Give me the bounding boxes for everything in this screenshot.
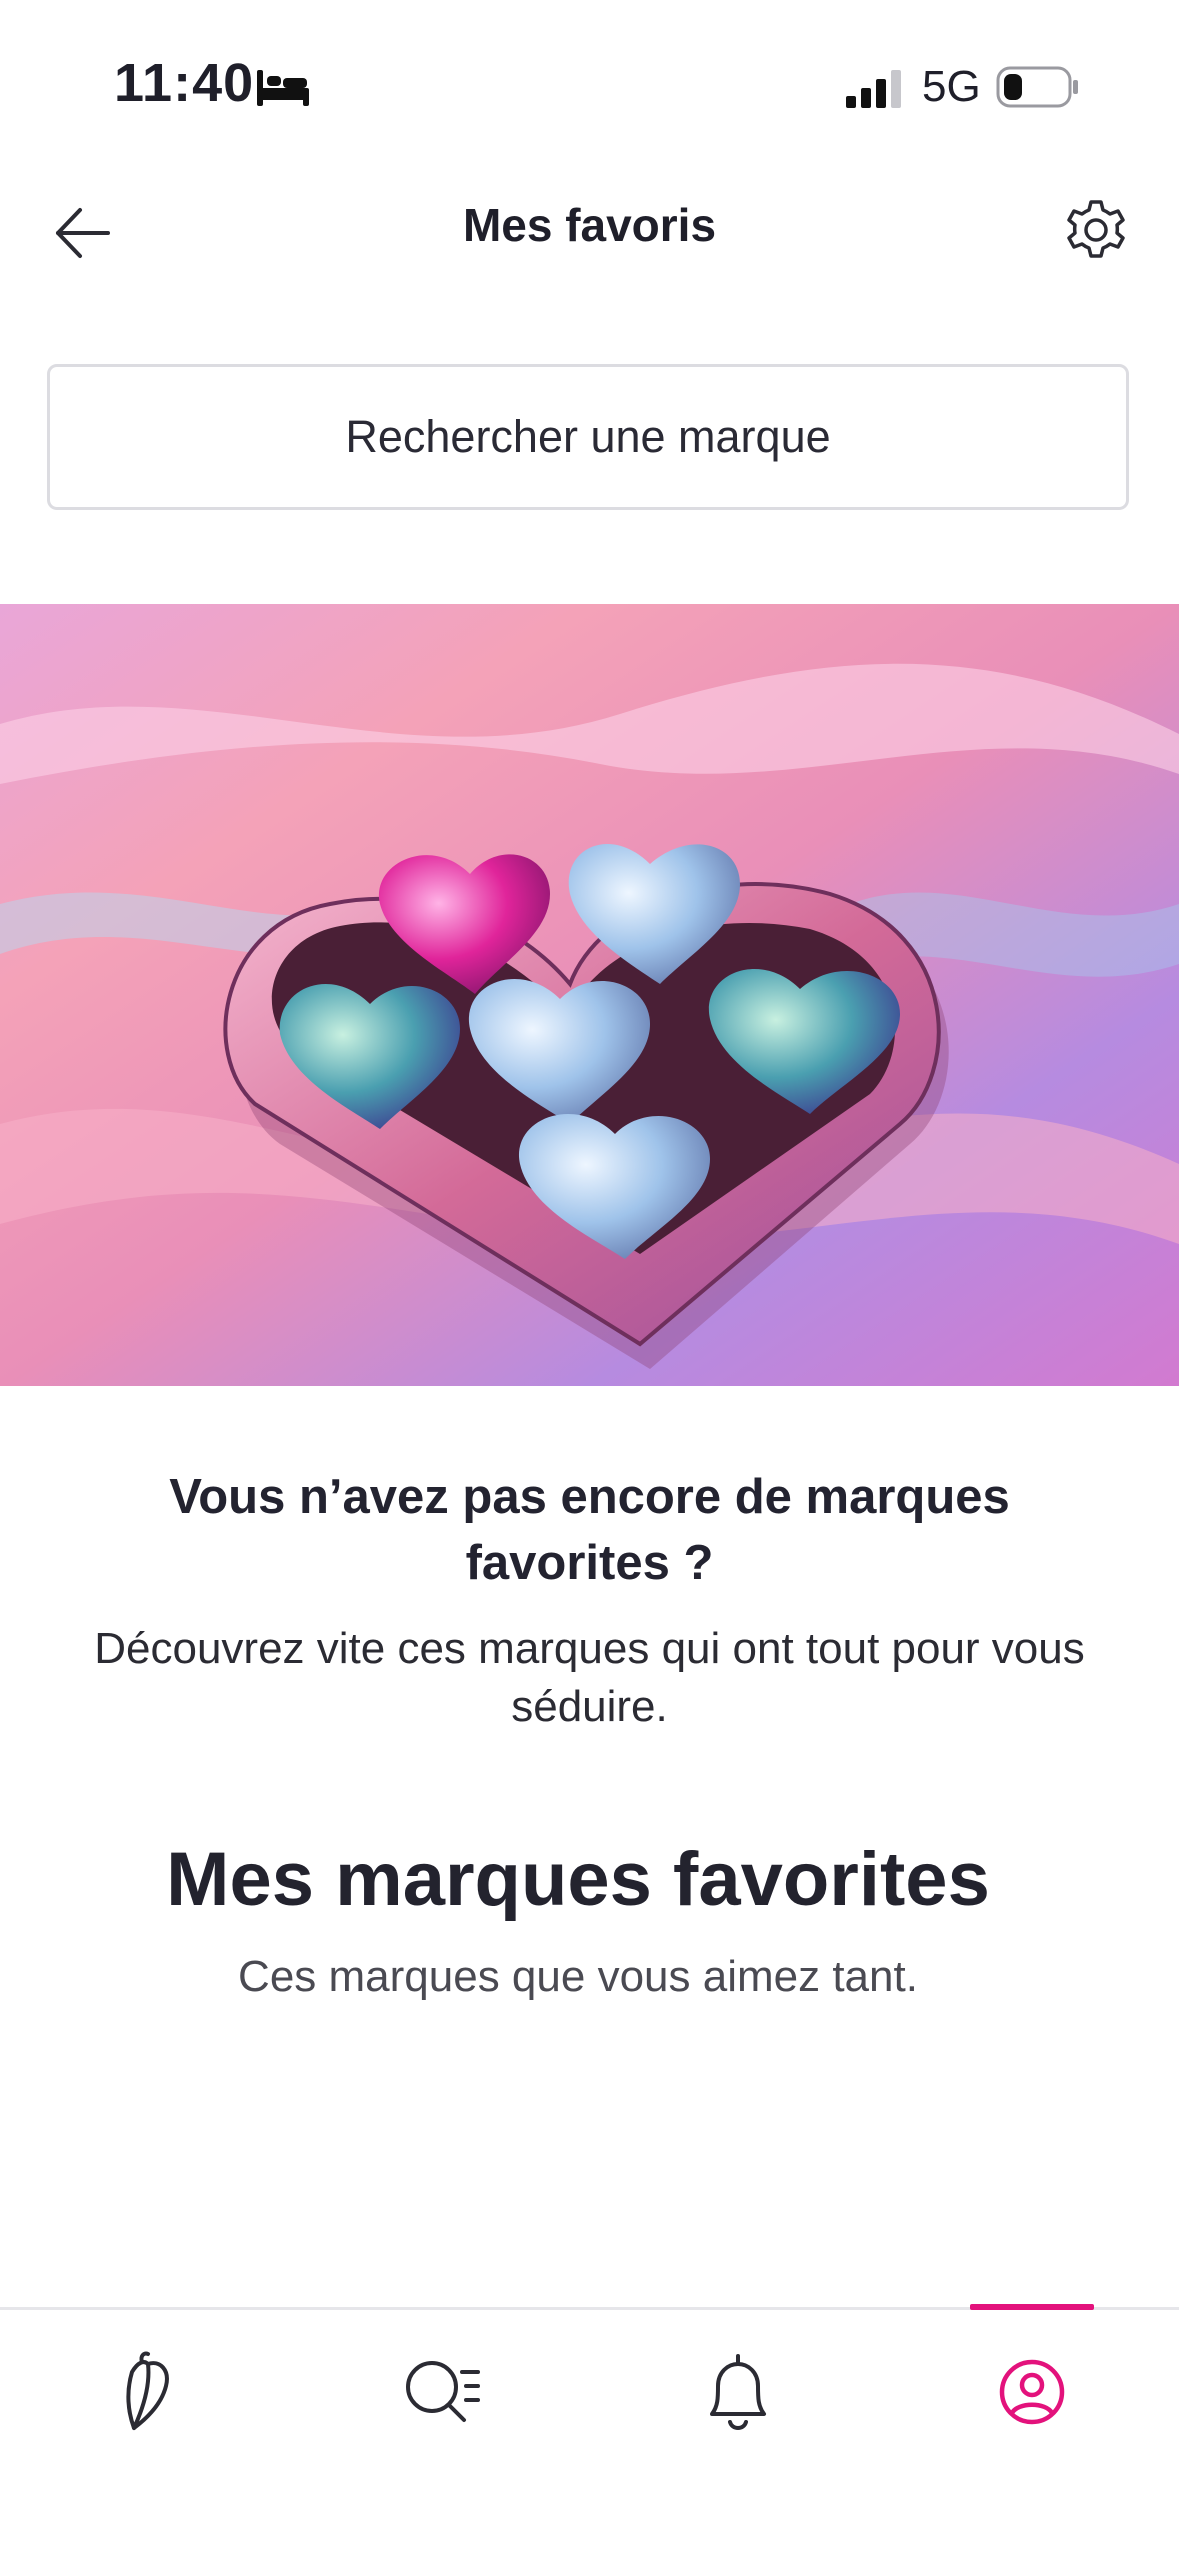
empty-state-subtitle: Découvrez vite ces marques qui ont tout … [94,1624,1085,1731]
signal-icon [846,70,901,108]
nav-home-button[interactable] [98,2342,198,2442]
empty-state-title: Vous n’avez pas encore de marques favori… [169,1470,1010,1590]
page-title: Mes favoris [462,199,717,251]
search-list-icon [406,2361,480,2422]
settings-button[interactable] [1058,192,1134,268]
hero-image [0,604,1179,1386]
network-label: 5G [922,62,981,111]
nav-notifications-button[interactable] [688,2342,788,2442]
favorites-section-subtitle: Ces marques que vous aimez tant. [238,1952,918,2001]
gear-icon [1067,200,1125,258]
status-bar: 11:40 5G [0,0,1179,170]
nav-search-button[interactable] [392,2342,492,2442]
search-brand-button[interactable]: Rechercher une marque [47,364,1129,510]
bottom-nav [0,2304,1179,2559]
favorites-section-title: Mes marques favorites [166,1837,990,1922]
active-tab-indicator [970,2304,1094,2310]
app-header: Mes favoris [0,170,1179,290]
profile-icon [999,2359,1065,2425]
butterfly-home-icon [126,2351,169,2430]
bell-icon [710,2354,766,2430]
status-time: 11:40 [114,53,255,113]
battery-icon [996,66,1078,108]
nav-profile-button[interactable] [982,2342,1082,2442]
search-brand-label: Rechercher une marque [345,411,831,462]
bed-icon [257,70,309,106]
